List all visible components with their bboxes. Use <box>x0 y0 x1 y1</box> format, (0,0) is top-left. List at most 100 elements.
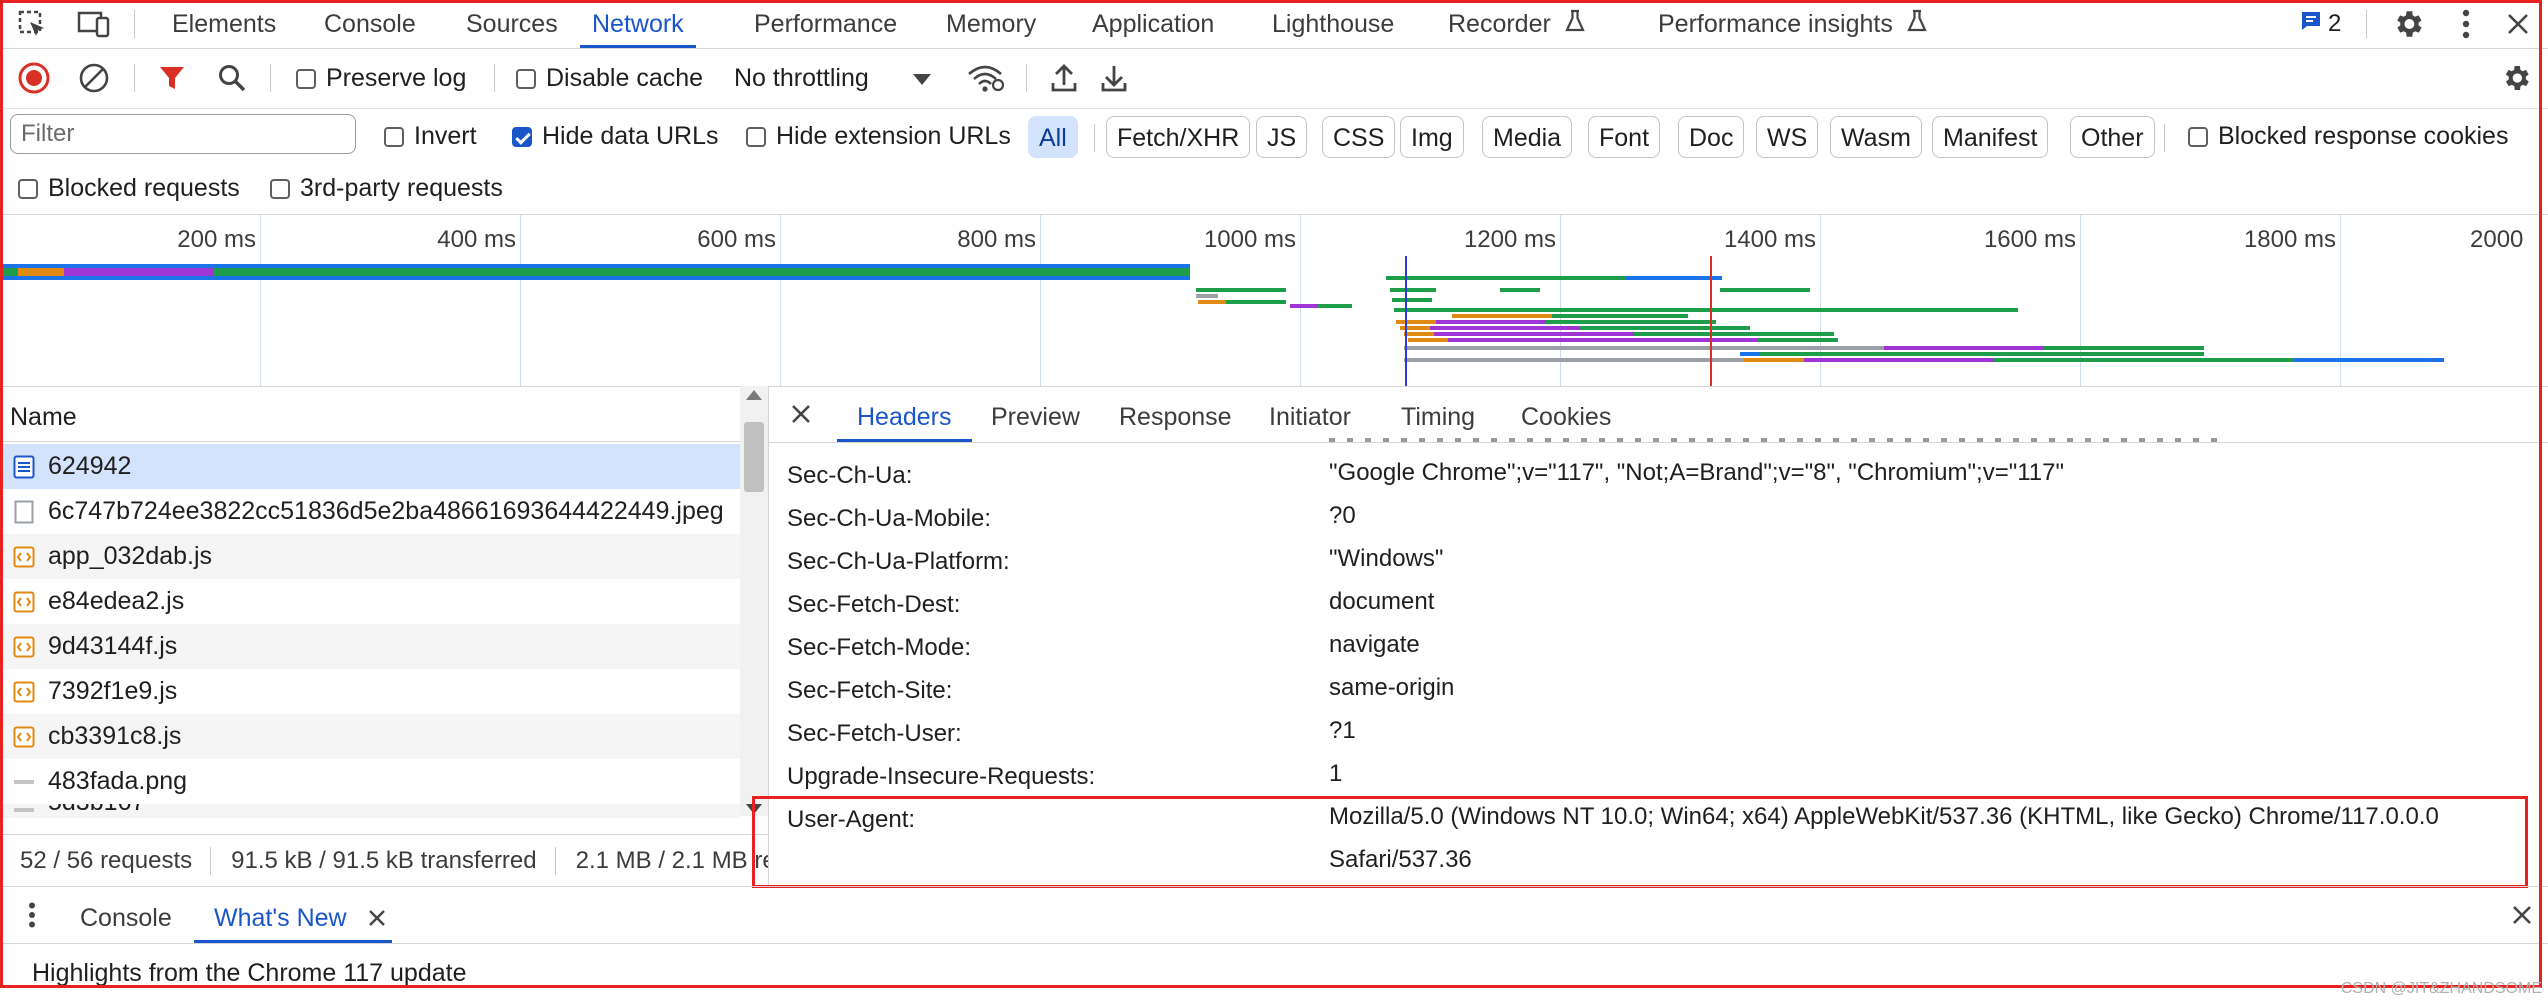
request-list-scrollbar[interactable] <box>740 386 768 816</box>
issues-counter[interactable]: 2 <box>2300 6 2341 42</box>
blocked-requests-checkbox[interactable]: Blocked requests <box>18 174 240 203</box>
invert-label: Invert <box>414 122 477 150</box>
tab-performance[interactable]: Performance <box>754 0 897 46</box>
timeline-bar <box>1196 294 1218 298</box>
more-options-icon[interactable] <box>2450 4 2482 44</box>
scroll-up-arrow-icon[interactable] <box>746 390 762 400</box>
hide-extension-urls-checkbox[interactable]: Hide extension URLs <box>746 122 1011 151</box>
filter-type-font[interactable]: Font <box>1588 116 1661 158</box>
checkbox-box[interactable] <box>296 68 316 89</box>
request-row[interactable]: 6c747b724ee3822cc51836d5e2ba486616936444… <box>0 489 740 534</box>
filter-type-ws[interactable]: WS <box>1756 116 1819 158</box>
network-conditions-wifi-icon[interactable] <box>964 58 1006 98</box>
filter-type-css[interactable]: CSS <box>1322 116 1396 158</box>
request-row[interactable]: app_032dab.js <box>0 534 740 579</box>
clear-icon[interactable] <box>74 58 114 98</box>
scroll-down-arrow-icon[interactable] <box>746 804 762 814</box>
request-row[interactable]: 7392f1e9.js <box>0 669 740 714</box>
drawer-tab-whats-new[interactable]: What's New <box>194 887 392 943</box>
drawer-tab-whats-new-label: What's New <box>214 904 347 932</box>
timeline-bar <box>1760 352 1860 356</box>
close-drawer-icon[interactable] <box>2506 899 2538 931</box>
throttling-value: No throttling <box>734 64 869 92</box>
throttling-select[interactable]: No throttling <box>734 64 931 93</box>
checkbox-box[interactable] <box>516 68 536 89</box>
checkbox-box-checked[interactable] <box>512 126 532 147</box>
close-details-icon[interactable] <box>785 398 817 430</box>
request-name: 624942 <box>48 452 132 480</box>
tab-application[interactable]: Application <box>1092 0 1214 46</box>
tab-headers[interactable]: Headers <box>837 386 972 442</box>
hide-data-urls-checkbox[interactable]: Hide data URLs <box>512 122 718 151</box>
export-har-download-icon[interactable] <box>1094 58 1134 98</box>
drawer-tabbar: Console What's New <box>0 887 2548 944</box>
request-row[interactable]: 5d3b167 <box>0 804 740 818</box>
tab-preview[interactable]: Preview <box>991 386 1080 442</box>
request-row[interactable]: 483fada.png <box>0 759 740 804</box>
filter-type-other[interactable]: Other <box>2070 116 2155 158</box>
script-file-icon <box>12 545 36 569</box>
invert-checkbox[interactable]: Invert <box>384 122 477 151</box>
close-tab-icon[interactable] <box>368 888 386 950</box>
filter-funnel-icon[interactable] <box>152 58 192 98</box>
drawer-menu-icon[interactable] <box>22 899 42 931</box>
checkbox-box[interactable] <box>746 126 766 147</box>
disable-cache-checkbox[interactable]: Disable cache <box>516 64 703 93</box>
checkbox-box[interactable] <box>384 126 404 147</box>
header-name: User-Agent: <box>787 806 916 833</box>
tab-cookies[interactable]: Cookies <box>1521 386 1611 442</box>
timeline-bar <box>1386 276 1626 280</box>
scroll-thumb[interactable] <box>744 422 764 492</box>
inspect-element-icon[interactable] <box>14 6 50 42</box>
timeline-bar <box>1740 352 1760 356</box>
tab-recorder[interactable]: Recorder <box>1448 0 1586 46</box>
filter-type-manifest[interactable]: Manifest <box>1932 116 2049 158</box>
filter-type-all[interactable]: All <box>1028 116 1078 158</box>
timeline-bar <box>1994 358 2294 362</box>
filter-type-js[interactable]: JS <box>1256 116 1308 158</box>
tab-sources[interactable]: Sources <box>466 0 558 46</box>
tab-memory[interactable]: Memory <box>946 0 1036 46</box>
filter-type-media[interactable]: Media <box>1482 116 1573 158</box>
filter-input[interactable] <box>10 114 356 154</box>
tab-performance-insights[interactable]: Performance insights <box>1658 0 1928 46</box>
timeline-gridline <box>1300 214 1301 386</box>
request-row[interactable]: 624942 <box>0 444 740 489</box>
third-party-requests-checkbox[interactable]: 3rd-party requests <box>270 174 503 203</box>
stop-recording-icon[interactable] <box>14 58 54 98</box>
tab-timing[interactable]: Timing <box>1401 386 1475 442</box>
name-column-header[interactable]: Name <box>0 386 740 442</box>
drawer-tab-console[interactable]: Console <box>80 887 172 943</box>
checkbox-box[interactable] <box>2188 126 2208 147</box>
checkbox-box[interactable] <box>270 178 290 199</box>
tab-response[interactable]: Response <box>1119 386 1232 442</box>
header-name: Sec-Ch-Ua-Mobile: <box>787 505 992 532</box>
import-har-upload-icon[interactable] <box>1044 58 1084 98</box>
filter-type-wasm[interactable]: Wasm <box>1830 116 1922 158</box>
preserve-log-checkbox[interactable]: Preserve log <box>296 64 466 93</box>
settings-gear-icon[interactable] <box>2388 4 2428 44</box>
filter-type-doc[interactable]: Doc <box>1678 116 1745 158</box>
request-row[interactable]: e84edea2.js <box>0 579 740 624</box>
checkbox-box[interactable] <box>18 178 38 199</box>
tab-network[interactable]: Network <box>580 0 696 48</box>
device-toolbar-icon[interactable] <box>74 6 114 42</box>
timeline-tick-label: 600 ms <box>697 226 776 253</box>
filter-type-fetch-xhr[interactable]: Fetch/XHR <box>1106 116 1251 158</box>
timeline-bar <box>1196 288 1286 292</box>
network-overview-timeline[interactable]: 200 ms 400 ms 600 ms 800 ms 1000 ms 1200… <box>0 214 2548 387</box>
tab-lighthouse[interactable]: Lighthouse <box>1272 0 1394 46</box>
timeline-bar <box>1744 358 1804 362</box>
close-devtools-icon[interactable] <box>2500 4 2536 44</box>
timeline-bar <box>1408 338 1448 342</box>
tab-initiator[interactable]: Initiator <box>1269 386 1351 442</box>
tab-console[interactable]: Console <box>324 0 416 46</box>
devtools-tabbar: Elements Console Sources Network Perform… <box>0 0 2548 49</box>
request-row[interactable]: cb3391c8.js <box>0 714 740 759</box>
search-icon[interactable] <box>212 58 252 98</box>
request-row[interactable]: 9d43144f.js <box>0 624 740 669</box>
tab-elements[interactable]: Elements <box>172 0 276 46</box>
blocked-response-cookies-checkbox[interactable]: Blocked response cookies <box>2188 122 2508 151</box>
filter-type-img[interactable]: Img <box>1400 116 1464 158</box>
network-settings-gear-icon[interactable] <box>2494 58 2538 98</box>
